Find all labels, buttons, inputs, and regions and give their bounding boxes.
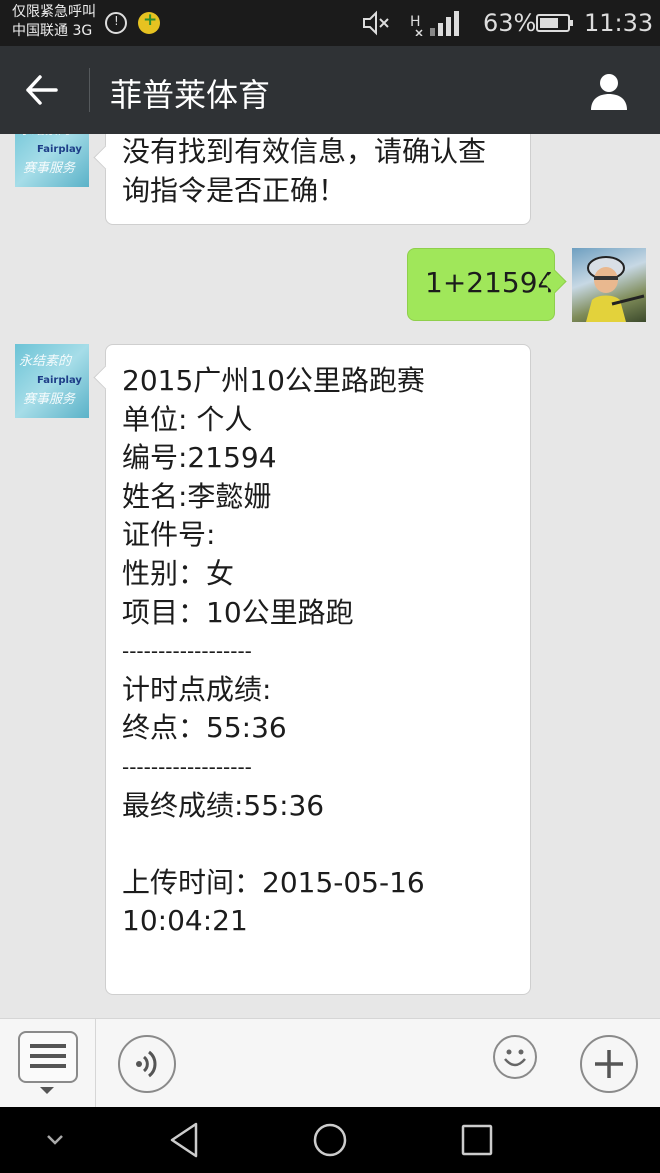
message-line: 证件号:	[122, 518, 216, 552]
bot-avatar[interactable]: 永结素的 Fairplay 赛事服务	[15, 134, 89, 187]
message-line: 没有找到有效信息，请确认查	[122, 135, 487, 168]
input-divider	[95, 1019, 96, 1108]
emoji-button[interactable]	[493, 1035, 537, 1079]
message-line	[122, 825, 514, 864]
emoji-icon	[504, 1049, 526, 1067]
arrow-left-icon	[26, 75, 58, 105]
message-bubble-incoming[interactable]: 2015广州10公里路跑赛 单位: 个人 编号:21594 姓名:李懿姗 证件号…	[105, 344, 531, 995]
avatar-logo-text: Fairplay	[37, 375, 82, 386]
back-triangle-icon[interactable]	[166, 1120, 202, 1160]
title-bar: 菲普莱体育	[0, 46, 660, 134]
avatar-calligraphy-top: 永结素的	[19, 134, 71, 138]
voice-icon	[136, 1050, 157, 1078]
message-bubble-incoming[interactable]: 没有找到有效信息，请确认查 询指令是否正确！	[105, 134, 531, 225]
plus-icon	[595, 1050, 623, 1078]
recents-square-icon[interactable]	[458, 1120, 496, 1160]
title-divider	[89, 68, 90, 112]
collapse-icon[interactable]	[44, 1129, 66, 1151]
message-line: 姓名:李懿姗	[122, 479, 272, 513]
voice-button[interactable]	[118, 1035, 176, 1093]
menu-toggle-button[interactable]	[18, 1031, 78, 1083]
avatar-calligraphy-bottom: 赛事服务	[23, 392, 76, 407]
message-line: 2015广州10公里路跑赛	[122, 364, 425, 397]
message-line: 性别：女	[122, 556, 235, 590]
chevron-down-icon	[40, 1087, 54, 1094]
chat-area[interactable]: 永结素的 Fairplay 赛事服务 没有找到有效信息，请确认查 询指令是否正确…	[0, 134, 660, 1018]
battery-percent: 63%	[483, 9, 537, 37]
profile-button[interactable]	[588, 70, 630, 112]
user-avatar[interactable]	[572, 248, 646, 322]
bot-avatar[interactable]: 永结素的 Fairplay 赛事服务	[15, 344, 89, 418]
emergency-text: 仅限紧急呼叫	[12, 4, 96, 20]
person-icon	[591, 74, 627, 110]
message-line: 终点：55:36	[122, 711, 287, 745]
message-divider: ------------------	[122, 754, 252, 779]
input-bar	[0, 1018, 660, 1109]
message-divider: ------------------	[122, 639, 252, 664]
message-line: 单位: 个人	[122, 402, 253, 436]
avatar-calligraphy-bottom: 赛事服务	[23, 161, 76, 176]
message-line: 10:04:21	[122, 904, 248, 938]
message-line: 计时点成绩:	[122, 672, 272, 706]
app-notification-icon	[138, 10, 160, 34]
plus-button[interactable]	[580, 1035, 638, 1093]
clock: 11:33	[584, 9, 654, 37]
message-line: 上传时间：2015-05-16	[122, 865, 425, 899]
user-photo	[586, 256, 645, 322]
signal-icon: H	[410, 11, 459, 36]
status-left: 仅限紧急呼叫 中国联通 3G	[12, 3, 96, 41]
network-type: H	[410, 14, 421, 30]
mute-icon	[363, 10, 389, 36]
status-bar: 仅限紧急呼叫 中国联通 3G H 63% 11:33	[0, 0, 660, 46]
carrier-text: 中国联通 3G	[12, 23, 93, 39]
avatar-calligraphy-top: 永结素的	[19, 354, 72, 369]
chat-notification-icon	[105, 12, 127, 34]
avatar-logo-text: Fairplay	[37, 144, 82, 155]
navigation-bar	[0, 1107, 660, 1173]
battery-icon	[536, 14, 573, 32]
message-line: 最终成绩:55:36	[122, 788, 325, 822]
message-bubble-outgoing[interactable]: 1+21594	[407, 248, 555, 321]
back-button[interactable]	[22, 72, 62, 108]
message-line: 询指令是否正确！	[122, 173, 347, 207]
message-line: 编号:21594	[122, 441, 277, 475]
message-line: 项目：10公里路跑	[122, 595, 354, 629]
home-circle-icon[interactable]	[310, 1120, 350, 1160]
page-title: 菲普莱体育	[110, 76, 271, 114]
message-line: 1+21594	[425, 266, 556, 299]
